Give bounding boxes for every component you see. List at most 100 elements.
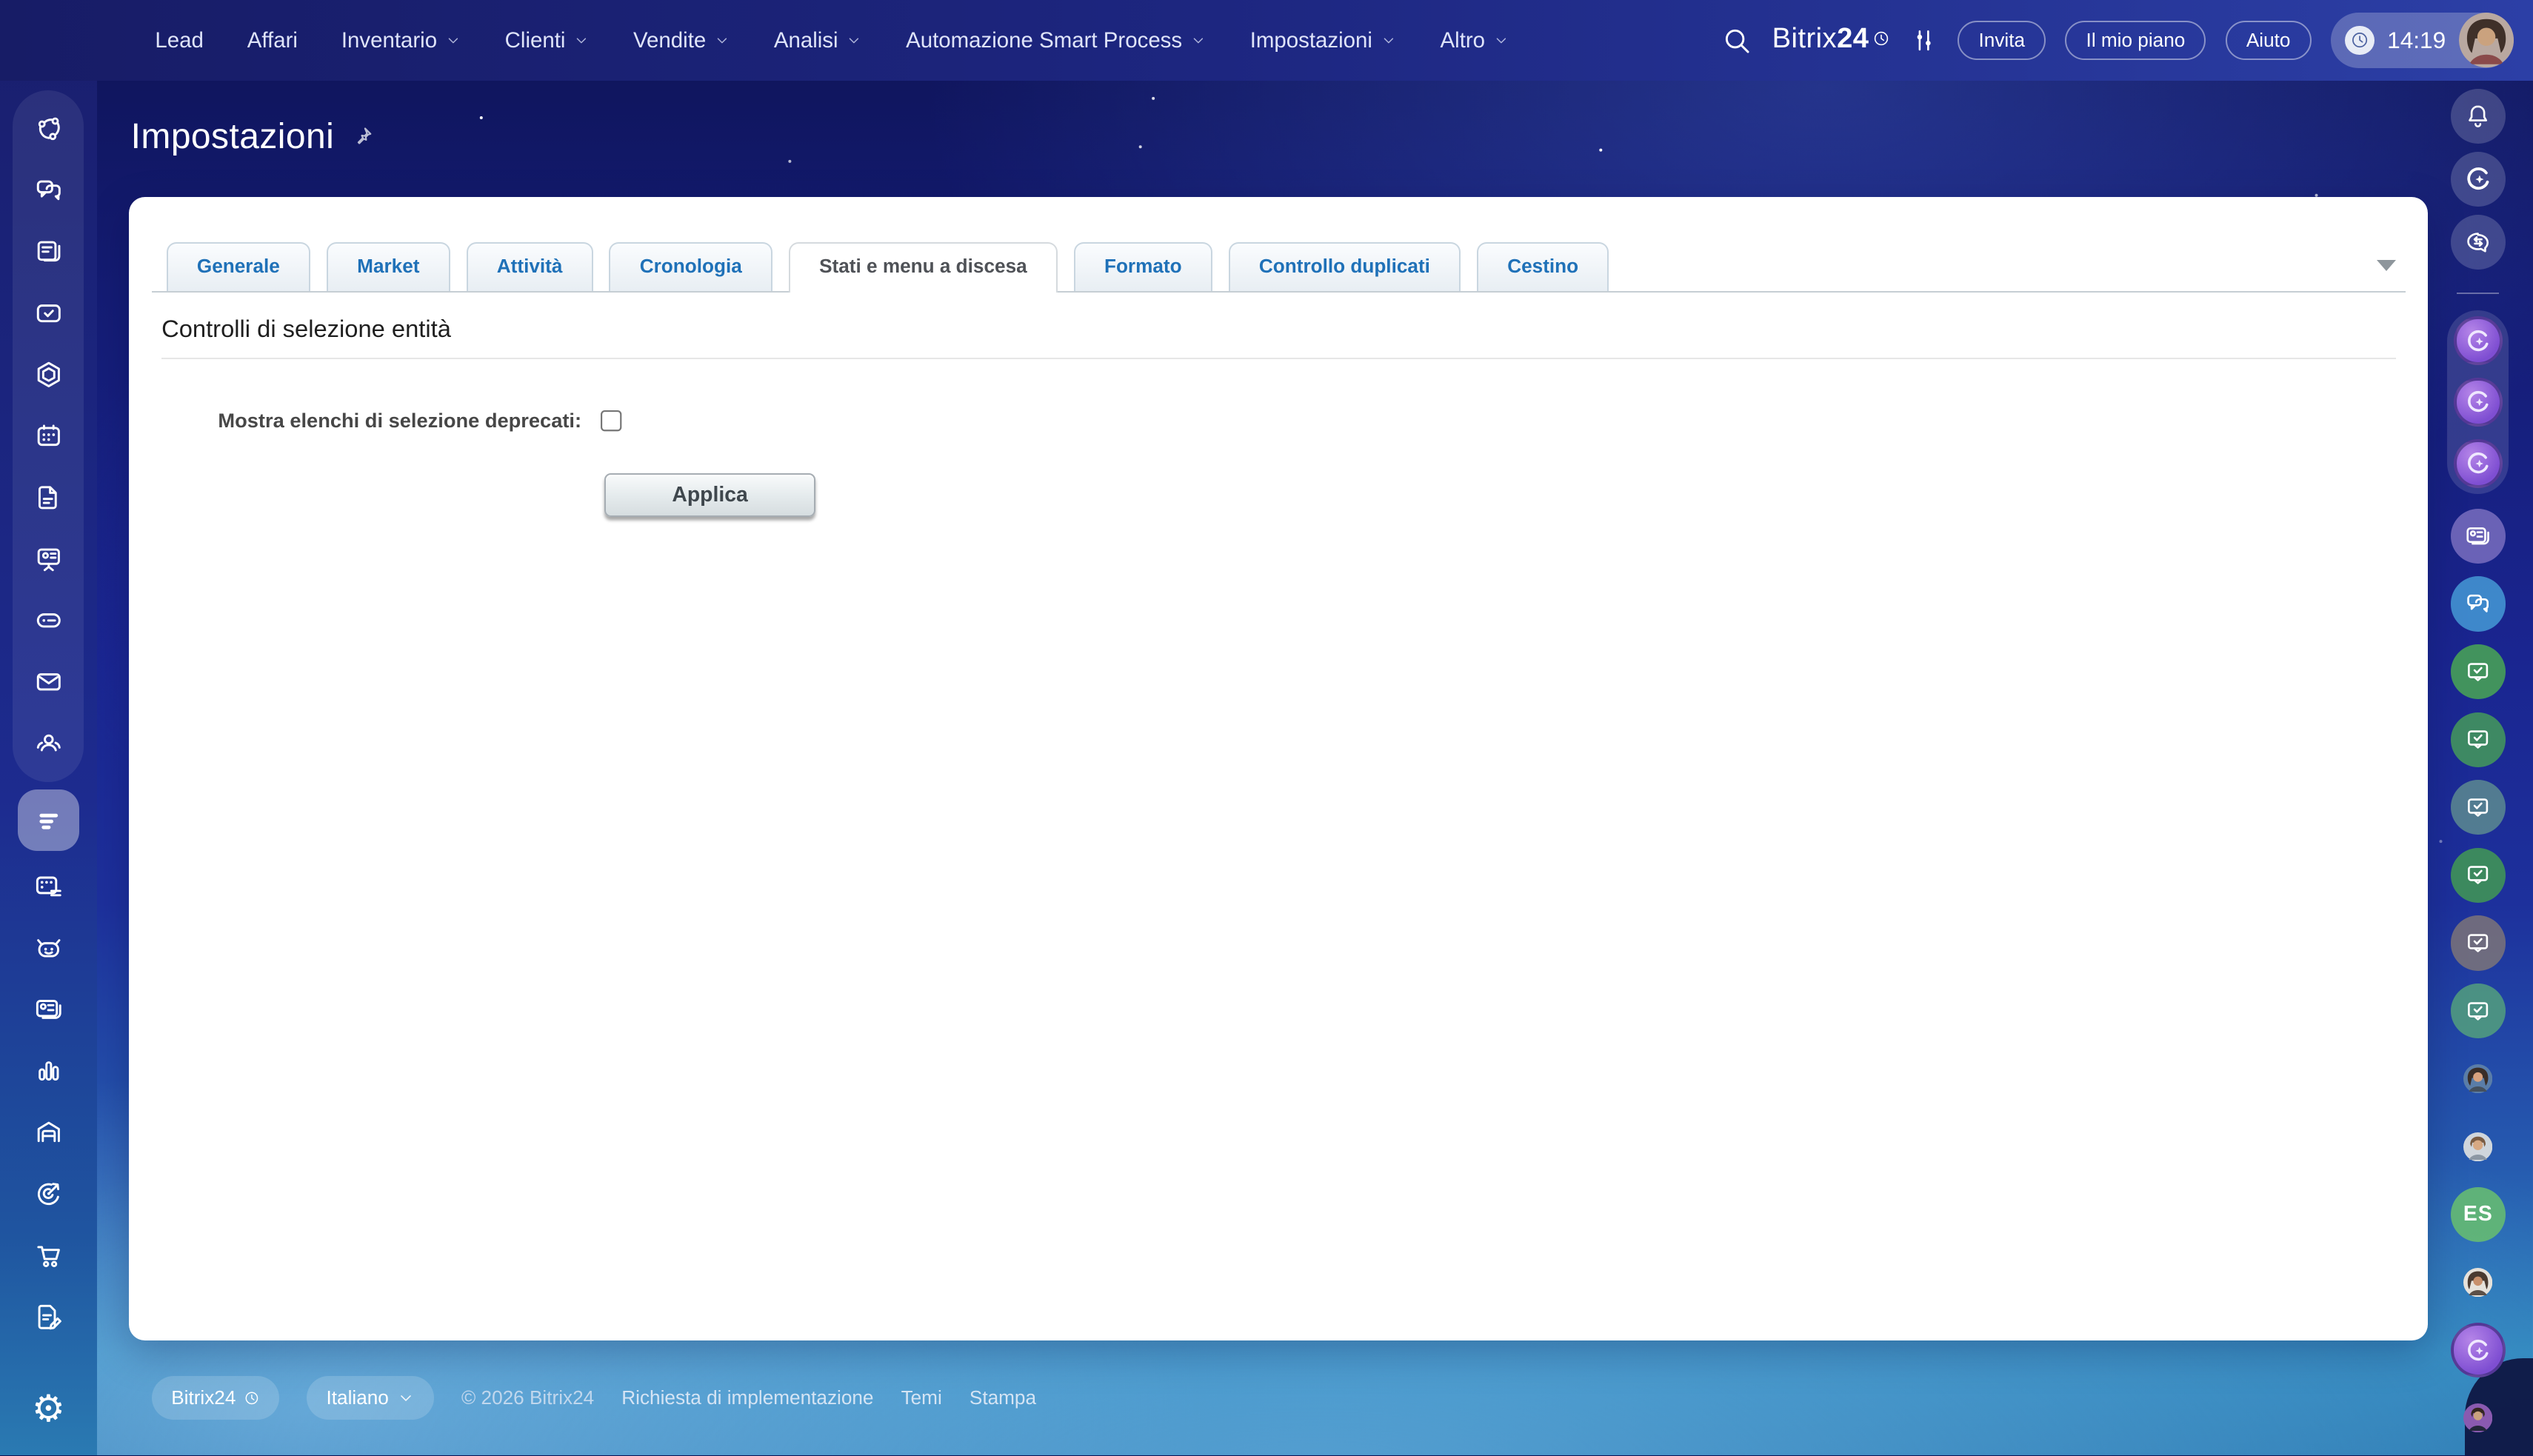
marketing-icon[interactable] (18, 1163, 79, 1224)
copyright: © 2026 Bitrix24 (461, 1386, 595, 1409)
messenger-icon[interactable] (2450, 215, 2506, 270)
copilot-icon[interactable] (2454, 378, 2503, 427)
apply-button[interactable]: Applica (604, 472, 816, 517)
copilot-icon[interactable] (2454, 439, 2503, 488)
tab-strip: Generale Market Attività Cronologia Stat… (152, 242, 2406, 293)
invite-button[interactable]: Invita (1958, 21, 2046, 60)
nav-clienti[interactable]: Clienti (505, 28, 590, 53)
ai-share-icon[interactable] (18, 98, 79, 160)
footer-link-temi[interactable]: Temi (901, 1386, 942, 1409)
contacts-icon[interactable] (18, 979, 79, 1041)
panel-body: Controlli di selezione entità Mostra ele… (152, 315, 2406, 517)
copilot-icon[interactable] (2454, 316, 2503, 365)
hexagon-icon[interactable] (18, 344, 79, 406)
document-icon[interactable] (18, 467, 79, 528)
clock-logo-icon (244, 1390, 260, 1406)
time-widget[interactable]: 14:19 (2330, 13, 2514, 68)
settings-panel: Generale Market Attività Cronologia Stat… (129, 197, 2429, 1341)
avatar-woman[interactable] (2451, 1052, 2506, 1106)
chevron-down-icon (846, 33, 862, 49)
language-selector[interactable]: Italiano (307, 1376, 434, 1420)
nav-altro[interactable]: Altro (1441, 28, 1509, 53)
tabs-overflow-arrow[interactable] (2376, 260, 2396, 272)
drive-icon[interactable] (18, 590, 79, 651)
footer-link-implementation[interactable]: Richiesta di implementazione (621, 1386, 873, 1409)
sidebar-icon-rest (18, 856, 79, 1347)
clock-icon (2345, 25, 2375, 56)
tab-stati-e-menu[interactable]: Stati e menu a discesa (788, 242, 1058, 293)
contact-card-icon[interactable] (2450, 508, 2506, 564)
clock-logo-icon (1872, 30, 1890, 47)
tab-cronologia[interactable]: Cronologia (609, 242, 773, 291)
nav-lead[interactable]: Lead (155, 28, 204, 53)
sliders-icon[interactable] (1909, 26, 1938, 55)
tab-market[interactable]: Market (326, 242, 450, 291)
top-bar: Lead Affari Inventario Clienti Vendite A… (0, 0, 2533, 81)
crm-funnel-icon-active[interactable] (17, 789, 79, 852)
tab-generale[interactable]: Generale (166, 242, 311, 291)
tab-cestino[interactable]: Cestino (1476, 242, 1609, 291)
chat-icon[interactable] (2450, 576, 2506, 632)
nav-impostazioni[interactable]: Impostazioni (1250, 28, 1397, 53)
chevron-down-icon (445, 33, 461, 49)
planner-icon[interactable] (18, 856, 79, 918)
monitor-check-icon[interactable] (2450, 712, 2506, 767)
chats-icon[interactable] (18, 160, 79, 221)
topbar-right: Bitrix 24 Invita Il mio piano Aiuto 14:19 (1721, 13, 2533, 68)
initials-badge[interactable]: ES (2450, 1186, 2506, 1242)
presentation-icon[interactable] (18, 528, 79, 590)
sidebar-icon-group (13, 90, 84, 782)
tab-formato[interactable]: Formato (1073, 242, 1212, 291)
pin-icon[interactable] (350, 124, 375, 149)
cart-icon[interactable] (18, 1224, 79, 1286)
chevron-down-icon (1381, 33, 1397, 49)
ai-bot-icon[interactable] (18, 918, 79, 979)
nav-inventario[interactable]: Inventario (341, 28, 461, 53)
monitor-check-icon[interactable] (2450, 644, 2506, 700)
feed-icon[interactable] (18, 221, 79, 283)
help-button[interactable]: Aiuto (2225, 21, 2312, 60)
user-avatar[interactable] (2458, 13, 2514, 68)
sign-document-icon[interactable] (18, 1286, 79, 1347)
monitor-check-icon[interactable] (2450, 847, 2506, 904)
chevron-down-icon (397, 1389, 415, 1407)
chart-icon[interactable] (18, 1040, 79, 1101)
warehouse-icon[interactable] (18, 1101, 79, 1163)
people-icon[interactable] (18, 712, 79, 774)
deprecated-checkbox-label[interactable]: Mostra elenchi di selezione deprecati: (218, 409, 581, 433)
monitor-check-icon[interactable] (2450, 780, 2506, 835)
avatar-man[interactable] (2451, 1119, 2506, 1174)
settings-gear-icon[interactable] (18, 1378, 79, 1440)
nav-vendite[interactable]: Vendite (633, 28, 730, 53)
footer: Bitrix24 Italiano © 2026 Bitrix24 Richie… (152, 1376, 1036, 1420)
avatar-man[interactable] (2451, 1391, 2506, 1446)
nav-automazione[interactable]: Automazione Smart Process (906, 28, 1207, 53)
copilot-group (2447, 310, 2509, 495)
search-icon[interactable] (1721, 24, 1753, 57)
current-time: 14:19 (2387, 27, 2446, 54)
chevron-down-icon (1493, 33, 1509, 49)
monitor-check-icon[interactable] (2450, 915, 2506, 971)
monitor-check-icon[interactable] (2450, 984, 2506, 1039)
nav-analisi[interactable]: Analisi (774, 28, 862, 53)
footer-link-stampa[interactable]: Stampa (970, 1386, 1036, 1409)
tasks-icon[interactable] (18, 283, 79, 344)
avatar-woman[interactable] (2451, 1255, 2506, 1309)
bell-icon[interactable] (2450, 88, 2506, 144)
my-plan-button[interactable]: Il mio piano (2065, 21, 2206, 60)
copilot-icon[interactable] (2450, 1323, 2506, 1378)
page-title-row: Impostazioni (131, 116, 375, 157)
deprecated-lists-row: Mostra elenchi di selezione deprecati: (218, 409, 2395, 433)
mail-icon[interactable] (18, 651, 79, 712)
tab-attivita[interactable]: Attività (466, 242, 593, 291)
chevron-down-icon (1190, 33, 1207, 49)
footer-brand-pill[interactable]: Bitrix24 (152, 1376, 280, 1420)
copilot-icon[interactable] (2450, 152, 2506, 207)
nav-affari[interactable]: Affari (247, 28, 298, 53)
tab-controllo-duplicati[interactable]: Controllo duplicati (1228, 242, 1461, 291)
calendar-icon[interactable] (18, 405, 79, 467)
deprecated-checkbox[interactable] (601, 410, 622, 432)
bitrix24-logo[interactable]: Bitrix 24 (1772, 22, 1890, 59)
page-title: Impostazioni (130, 117, 335, 157)
section-title: Controlli di selezione entità (161, 315, 451, 343)
